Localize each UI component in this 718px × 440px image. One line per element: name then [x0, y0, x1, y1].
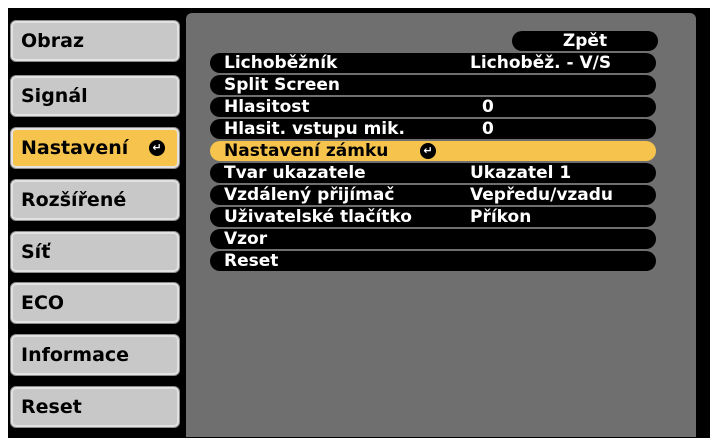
settings-row-user-button[interactable]: Uživatelské tlačítko Příkon	[210, 207, 656, 227]
row-label: Vzor	[224, 229, 268, 249]
enter-icon: ↵	[149, 140, 165, 156]
back-button[interactable]: Zpět	[512, 31, 658, 51]
menu-item-label: Obraz	[21, 30, 85, 52]
settings-row-lock-setting[interactable]: Nastavení zámku ↵	[210, 141, 656, 161]
settings-row-split-screen[interactable]: Split Screen	[210, 75, 656, 95]
menu-item-label: Nastavení	[21, 137, 129, 159]
enter-icon: ↵	[420, 143, 436, 159]
settings-row-remote-receiver[interactable]: Vzdálený přijímač Vepředu/vzadu	[210, 185, 656, 205]
menu-item-label: Rozšířené	[21, 189, 127, 211]
row-label: Split Screen	[224, 75, 340, 95]
row-value: 0	[482, 119, 494, 139]
row-value: Ukazatel 1	[470, 163, 572, 183]
row-label: Tvar ukazatele	[224, 163, 366, 183]
menu-item-eco[interactable]: ECO	[10, 282, 180, 324]
row-label: Hlasitost	[224, 97, 310, 117]
menu-item-label: Signál	[21, 85, 88, 107]
settings-row-mic-volume[interactable]: Hlasit. vstupu mik. 0	[210, 119, 656, 139]
menu-item-signal[interactable]: Signál	[10, 75, 180, 117]
settings-row-pointer-shape[interactable]: Tvar ukazatele Ukazatel 1	[210, 163, 656, 183]
row-label: Nastavení zámku	[224, 141, 389, 161]
menu-item-rozsirene[interactable]: Rozšířené	[10, 179, 180, 221]
settings-row-pattern[interactable]: Vzor	[210, 229, 656, 249]
row-value: Vepředu/vzadu	[470, 185, 614, 205]
row-label: Hlasit. vstupu mik.	[224, 119, 405, 139]
menu-item-sit[interactable]: Síť	[10, 231, 180, 273]
row-value: Lichoběž. - V/S	[470, 53, 612, 73]
settings-row-keystone[interactable]: Lichoběžník Lichoběž. - V/S	[210, 53, 656, 73]
menu-item-label: Síť	[21, 241, 51, 263]
menu-item-label: ECO	[21, 292, 65, 314]
settings-row-reset[interactable]: Reset	[210, 251, 656, 271]
menu-item-informace[interactable]: Informace	[10, 334, 180, 376]
row-label: Vzdálený přijímač	[224, 185, 395, 205]
row-label: Lichoběžník	[224, 53, 338, 73]
settings-row-volume[interactable]: Hlasitost 0	[210, 97, 656, 117]
menu-item-reset[interactable]: Reset	[10, 386, 180, 428]
row-label: Reset	[224, 251, 279, 271]
menu-item-nastaveni[interactable]: Nastavení ↵	[10, 127, 180, 169]
menu-item-obraz[interactable]: Obraz	[10, 20, 180, 62]
row-label: Uživatelské tlačítko	[224, 207, 412, 227]
row-value: 0	[482, 97, 494, 117]
row-value: Příkon	[470, 207, 532, 227]
menu-item-label: Reset	[21, 396, 82, 418]
menu-item-label: Informace	[21, 344, 130, 366]
